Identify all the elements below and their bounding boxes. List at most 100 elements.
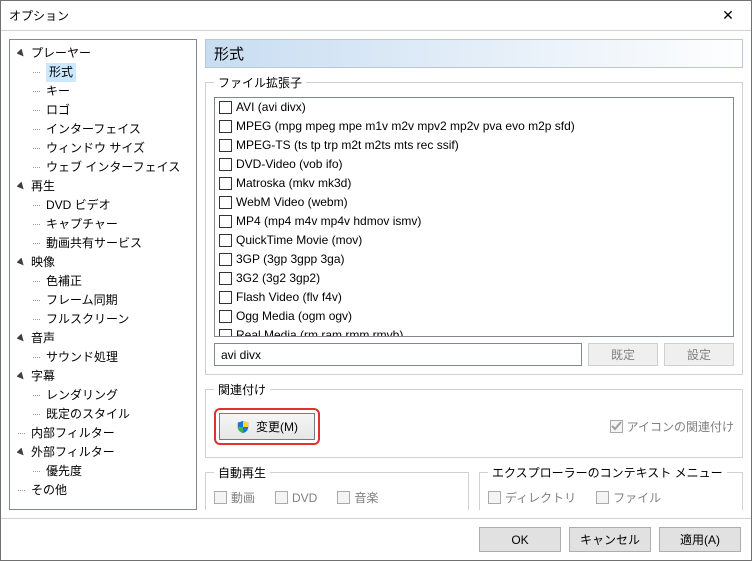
format-item[interactable]: Matroska (mkv mk3d) xyxy=(215,174,733,193)
checkbox-icon[interactable] xyxy=(219,329,232,337)
tree-item[interactable]: キー xyxy=(12,82,194,101)
option-checkbox[interactable]: 音楽 xyxy=(337,489,378,506)
ok-button[interactable]: OK xyxy=(479,527,561,552)
format-item[interactable]: Real Media (rm ram rmm rmvb) xyxy=(215,326,733,337)
change-button[interactable]: 変更(M) xyxy=(219,413,315,440)
tree-dash-icon xyxy=(29,350,44,365)
tree-item[interactable]: レンダリング xyxy=(12,386,194,405)
category-tree[interactable]: プレーヤー形式キーロゴインターフェイスウィンドウ サイズウェブ インターフェイス… xyxy=(9,39,197,510)
checkbox-icon[interactable] xyxy=(219,272,232,285)
format-item[interactable]: Flash Video (flv f4v) xyxy=(215,288,733,307)
format-item[interactable]: MPEG-TS (ts tp trp m2t m2ts mts rec ssif… xyxy=(215,136,733,155)
checkbox-icon[interactable] xyxy=(219,158,232,171)
options-window: オプション ✕ プレーヤー形式キーロゴインターフェイスウィンドウ サイズウェブ … xyxy=(0,0,752,561)
checkbox-icon[interactable] xyxy=(219,253,232,266)
chevron-down-icon[interactable] xyxy=(14,331,29,346)
tree-item[interactable]: プレーヤー xyxy=(12,44,194,63)
format-item[interactable]: 3GP (3gp 3gpp 3ga) xyxy=(215,250,733,269)
checkbox-icon[interactable] xyxy=(219,291,232,304)
chevron-down-icon[interactable] xyxy=(14,255,29,270)
tree-item[interactable]: フレーム同期 xyxy=(12,291,194,310)
tree-item[interactable]: 優先度 xyxy=(12,462,194,481)
association-legend: 関連付け xyxy=(214,381,270,398)
tree-item[interactable]: その他 xyxy=(12,481,194,500)
default-button[interactable]: 既定 xyxy=(588,343,658,366)
tree-dash-icon xyxy=(29,84,44,99)
tree-dash-icon xyxy=(29,236,44,251)
option-checkbox[interactable]: ディレクトリ xyxy=(488,489,576,506)
tree-item[interactable]: サウンド処理 xyxy=(12,348,194,367)
tree-item-label: 形式 xyxy=(46,63,76,82)
checkbox-icon[interactable] xyxy=(219,120,232,133)
tree-item[interactable]: ロゴ xyxy=(12,101,194,120)
option-label: 音楽 xyxy=(354,489,378,506)
tree-item[interactable]: フルスクリーン xyxy=(12,310,194,329)
checkbox-icon xyxy=(337,491,350,504)
close-icon[interactable]: ✕ xyxy=(713,2,743,30)
tree-item[interactable]: 映像 xyxy=(12,253,194,272)
option-checkbox[interactable]: DVD xyxy=(275,489,317,506)
tree-item[interactable]: インターフェイス xyxy=(12,120,194,139)
format-item-label: MPEG-TS (ts tp trp m2t m2ts mts rec ssif… xyxy=(236,137,459,154)
checkbox-icon xyxy=(596,491,609,504)
format-item-label: Matroska (mkv mk3d) xyxy=(236,175,351,192)
tree-item[interactable]: 再生 xyxy=(12,177,194,196)
tree-dash-icon xyxy=(29,274,44,289)
tree-item[interactable]: 内部フィルター xyxy=(12,424,194,443)
format-item[interactable]: WebM Video (webm) xyxy=(215,193,733,212)
format-item[interactable]: QuickTime Movie (mov) xyxy=(215,231,733,250)
format-item[interactable]: MPEG (mpg mpeg mpe m1v m2v mpv2 mp2v pva… xyxy=(215,117,733,136)
tree-item[interactable]: ウェブ インターフェイス xyxy=(12,158,194,177)
format-item-label: Ogg Media (ogm ogv) xyxy=(236,308,352,325)
checkbox-icon[interactable] xyxy=(219,215,232,228)
apply-button[interactable]: 適用(A) xyxy=(659,527,741,552)
tree-item-label: 再生 xyxy=(31,177,55,196)
format-item[interactable]: Ogg Media (ogm ogv) xyxy=(215,307,733,326)
chevron-down-icon[interactable] xyxy=(14,445,29,460)
format-item[interactable]: MP4 (mp4 m4v mp4v hdmov ismv) xyxy=(215,212,733,231)
format-item[interactable]: AVI (avi divx) xyxy=(215,98,733,117)
icon-association-checkbox[interactable]: アイコンの関連付け xyxy=(610,418,734,435)
tree-item[interactable]: 色補正 xyxy=(12,272,194,291)
format-item-label: MP4 (mp4 m4v mp4v hdmov ismv) xyxy=(236,213,421,230)
association-group: 関連付け 変更(M) アイコンの関連付け xyxy=(205,381,743,458)
format-item[interactable]: DVD-Video (vob ifo) xyxy=(215,155,733,174)
tree-item[interactable]: 外部フィルター xyxy=(12,443,194,462)
checkbox-icon[interactable] xyxy=(219,196,232,209)
tree-item[interactable]: 形式 xyxy=(12,63,194,82)
format-item-label: Real Media (rm ram rmm rmvb) xyxy=(236,327,403,337)
chevron-down-icon[interactable] xyxy=(14,179,29,194)
option-label: 動画 xyxy=(231,489,255,506)
checkbox-icon[interactable] xyxy=(219,139,232,152)
tree-item[interactable]: ウィンドウ サイズ xyxy=(12,139,194,158)
tree-dash-icon xyxy=(29,388,44,403)
tree-item-label: インターフェイス xyxy=(46,120,141,139)
tree-dash-icon xyxy=(29,217,44,232)
option-checkbox[interactable]: ファイル xyxy=(596,489,661,506)
tree-item-label: その他 xyxy=(31,481,67,500)
format-item[interactable]: 3G2 (3g2 3gp2) xyxy=(215,269,733,288)
tree-item[interactable]: 既定のスタイル xyxy=(12,405,194,424)
icon-association-label: アイコンの関連付け xyxy=(627,418,734,435)
tree-item-label: レンダリング xyxy=(46,386,118,405)
checkbox-icon[interactable] xyxy=(219,234,232,247)
chevron-down-icon[interactable] xyxy=(14,369,29,384)
tree-item[interactable]: 動画共有サービス xyxy=(12,234,194,253)
cancel-button[interactable]: キャンセル xyxy=(569,527,651,552)
chevron-down-icon[interactable] xyxy=(14,46,29,61)
tree-item[interactable]: 字幕 xyxy=(12,367,194,386)
tree-dash-icon xyxy=(29,464,44,479)
tree-item[interactable]: DVD ビデオ xyxy=(12,196,194,215)
checkbox-icon[interactable] xyxy=(219,310,232,323)
tree-item[interactable]: キャプチャー xyxy=(12,215,194,234)
option-checkbox[interactable]: 動画 xyxy=(214,489,255,506)
extensions-input[interactable] xyxy=(214,343,582,366)
tree-item[interactable]: 音声 xyxy=(12,329,194,348)
format-list[interactable]: AVI (avi divx)MPEG (mpg mpeg mpe m1v m2v… xyxy=(214,97,734,337)
set-button[interactable]: 設定 xyxy=(664,343,734,366)
checkbox-icon xyxy=(488,491,501,504)
checkbox-icon[interactable] xyxy=(219,101,232,114)
tree-dash-icon xyxy=(29,141,44,156)
checkbox-icon xyxy=(275,491,288,504)
checkbox-icon[interactable] xyxy=(219,177,232,190)
